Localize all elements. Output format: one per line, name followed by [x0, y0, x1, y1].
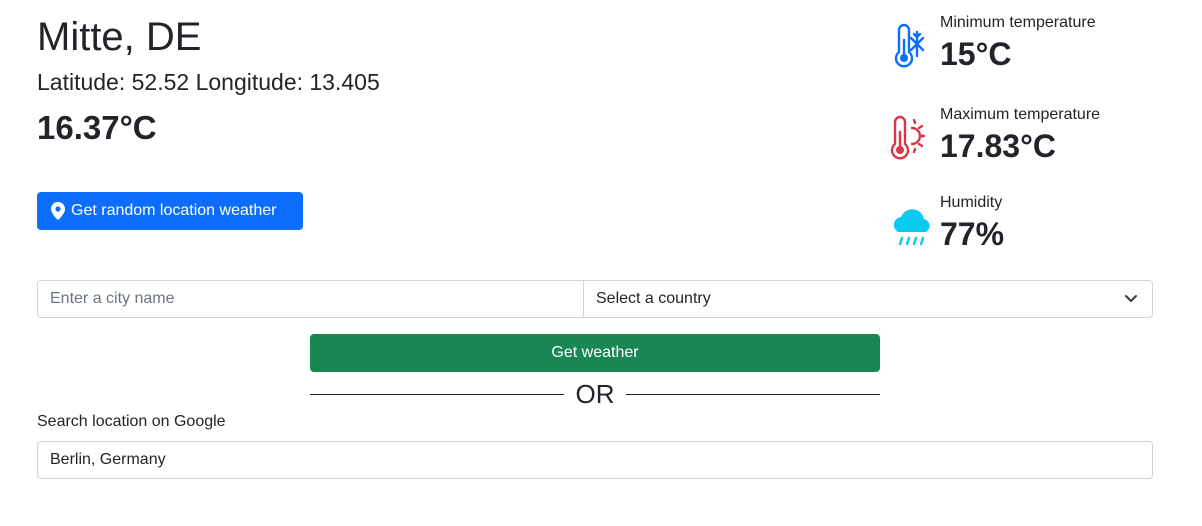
- humidity-label: Humidity: [940, 194, 1003, 211]
- max-temp-value: 17.83°C: [940, 128, 1056, 164]
- country-select-value: Select a country: [596, 290, 711, 307]
- divider-line-right: [626, 394, 880, 395]
- min-temp-label: Minimum temperature: [940, 14, 1096, 31]
- chevron-down-icon: [1125, 295, 1137, 302]
- max-temp-label: Maximum temperature: [940, 106, 1101, 123]
- or-divider-text: OR: [575, 379, 615, 409]
- humidity-value: 77%: [940, 216, 1005, 252]
- thermometer-snow-icon: [894, 23, 925, 68]
- google-search-label: Search location on Google: [37, 413, 226, 430]
- city-country-search: Select a country: [37, 280, 1153, 318]
- country-select[interactable]: Select a country: [584, 281, 1152, 317]
- google-location-input[interactable]: [37, 441, 1153, 479]
- thermometer-sun-icon: [890, 115, 926, 160]
- random-location-label: Get random location weather: [71, 202, 277, 219]
- map-pin-icon: [51, 202, 65, 220]
- current-temperature: 16.37°C: [37, 109, 157, 146]
- divider-line-left: [310, 394, 564, 395]
- location-title: Mitte, DE: [37, 15, 202, 59]
- min-temp-stat: Minimum temperature 15°C: [890, 14, 1180, 74]
- get-weather-button[interactable]: Get weather: [310, 334, 880, 372]
- random-location-button[interactable]: Get random location weather: [37, 192, 303, 230]
- city-input[interactable]: [38, 281, 584, 317]
- min-temp-value: 15°C: [940, 36, 1012, 72]
- humidity-stat: Humidity 77%: [890, 194, 1180, 254]
- max-temp-stat: Maximum temperature 17.83°C: [890, 106, 1180, 166]
- cloud-rain-icon: [893, 209, 930, 246]
- coordinates: Latitude: 52.52 Longitude: 13.405: [37, 69, 380, 95]
